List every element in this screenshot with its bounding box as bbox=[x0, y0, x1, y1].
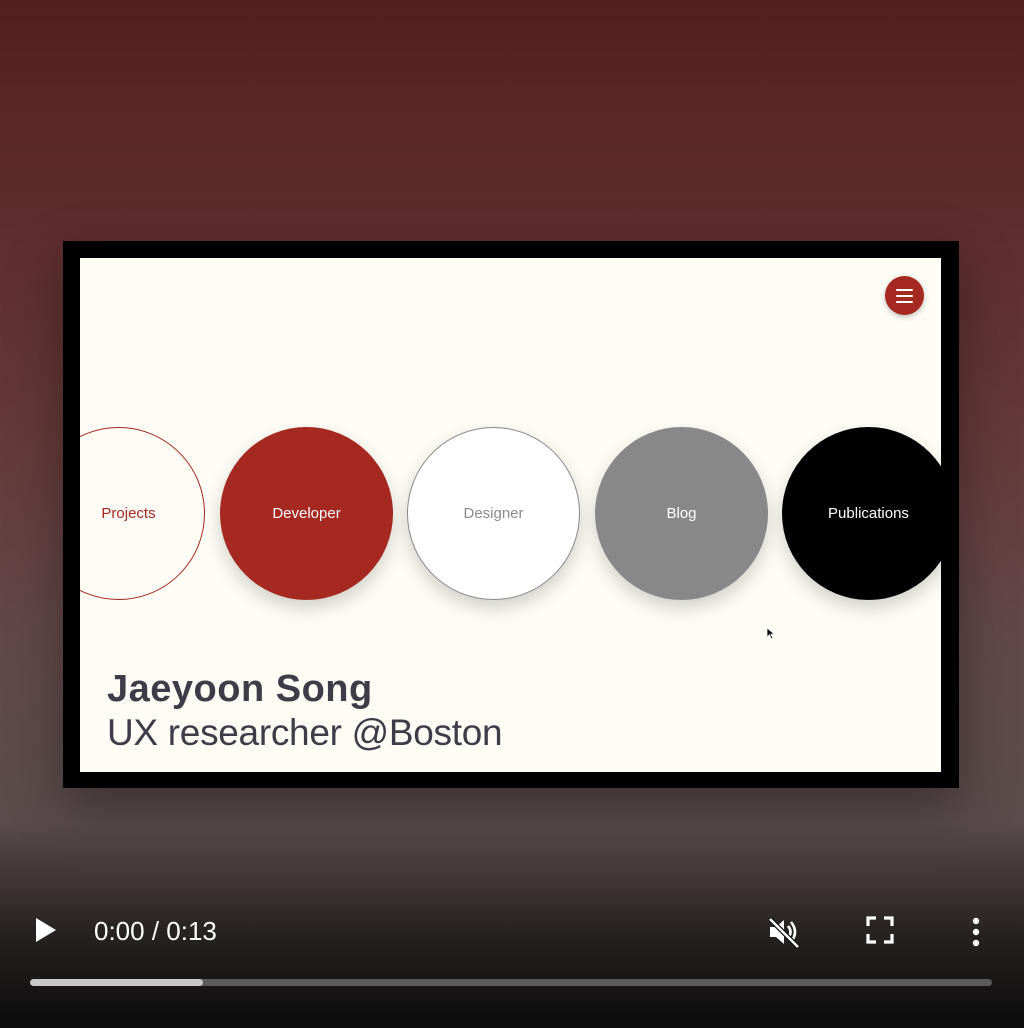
circle-label: Publications bbox=[828, 505, 909, 522]
progress-buffered bbox=[30, 979, 204, 986]
mouse-cursor-icon bbox=[766, 627, 776, 640]
circle-label: Projects bbox=[101, 505, 156, 522]
circle-developer: Developer bbox=[220, 427, 393, 600]
progress-bar[interactable] bbox=[30, 979, 992, 986]
play-icon[interactable] bbox=[36, 918, 56, 942]
circle-label: Developer bbox=[272, 505, 341, 522]
circle-label: Designer bbox=[463, 505, 524, 522]
person-name: Jaeyoon Song bbox=[107, 668, 373, 710]
video-controls: 0:00 / 0:13 bbox=[0, 880, 1024, 1028]
fullscreen-icon[interactable] bbox=[864, 914, 896, 946]
video-frame[interactable]: Projects Developer Designer Blog Publica… bbox=[63, 241, 959, 788]
circle-designer: Designer bbox=[407, 427, 580, 600]
person-tagline: UX researcher @Boston bbox=[107, 712, 503, 753]
time-display: 0:00 / 0:13 bbox=[94, 916, 217, 946]
more-vertical-icon[interactable] bbox=[966, 914, 986, 950]
circle-projects: Projects bbox=[80, 427, 205, 600]
hamburger-menu-icon bbox=[885, 276, 924, 315]
video-content: Projects Developer Designer Blog Publica… bbox=[80, 258, 941, 772]
circle-blog: Blog bbox=[595, 427, 768, 600]
circle-publications: Publications bbox=[782, 427, 941, 600]
circle-label: Blog bbox=[666, 505, 697, 522]
muted-speaker-icon[interactable] bbox=[766, 914, 802, 950]
